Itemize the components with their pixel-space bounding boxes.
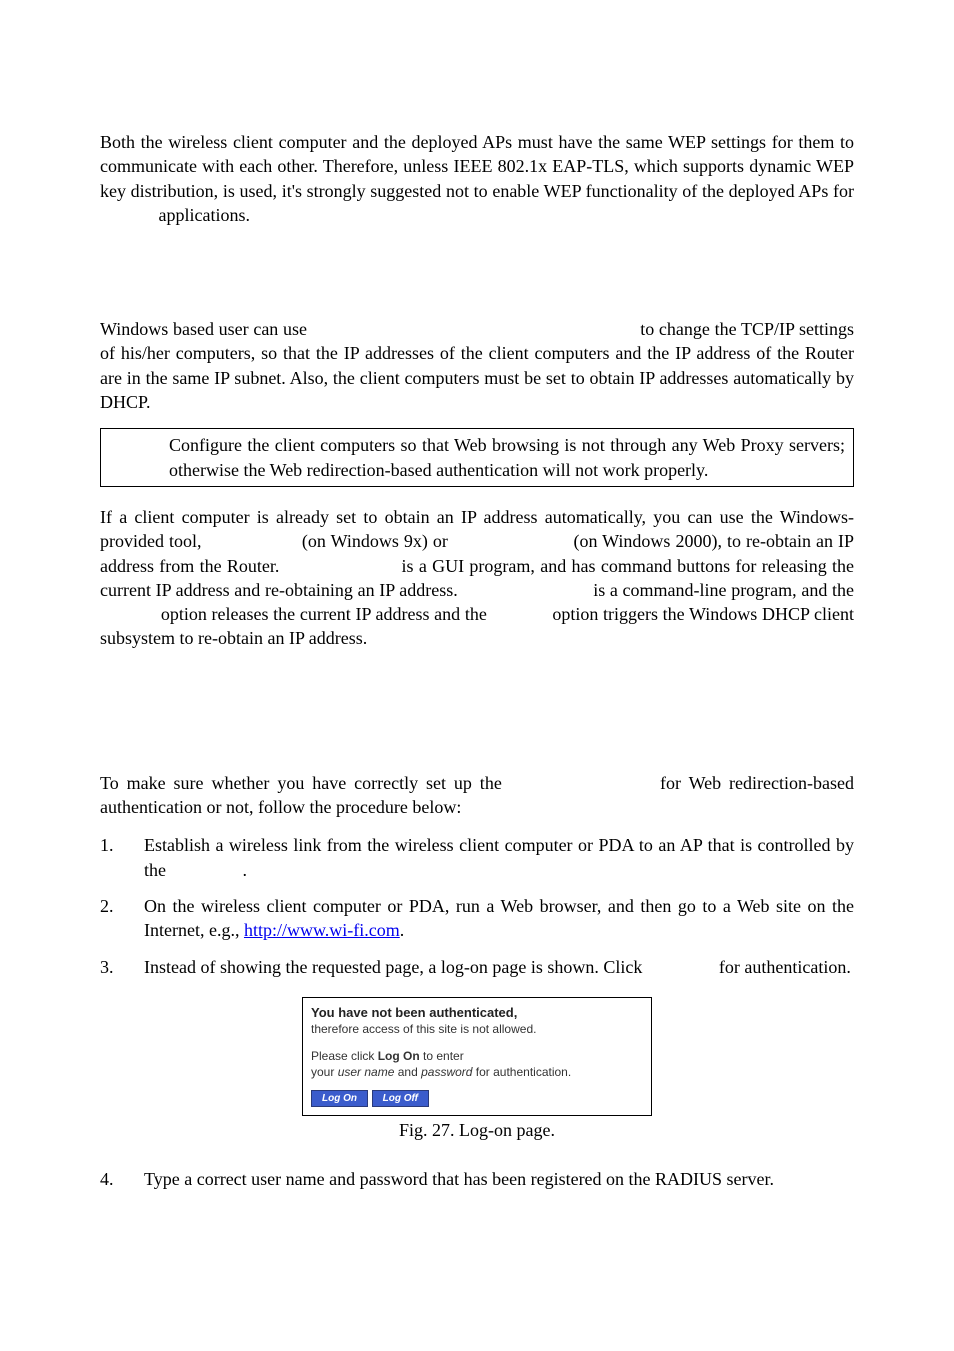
paragraph-dhcp-tools: If a client computer is already set to o… (100, 505, 854, 651)
paragraph-tcpip-settings: Windows based user can use to change the… (100, 317, 854, 414)
list-text: Establish a wireless link from the wirel… (144, 833, 854, 882)
note-label-cell (101, 429, 161, 486)
dialog-text-fragment: your (311, 1065, 338, 1079)
list-item: 2. On the wireless client computer or PD… (100, 894, 854, 943)
list-item: 4. Type a correct user name and password… (100, 1167, 854, 1191)
logon-dialog: You have not been authenticated, therefo… (302, 997, 652, 1117)
paragraph-wep-settings: Both the wireless client computer and th… (100, 130, 854, 227)
list-text: On the wireless client computer or PDA, … (144, 894, 854, 943)
list-number: 4. (100, 1167, 122, 1191)
dialog-text-fragment: to enter (420, 1049, 464, 1063)
ordered-steps-list: 1. Establish a wireless link from the wi… (100, 833, 854, 978)
list-text: Type a correct user name and password th… (144, 1167, 854, 1191)
dialog-text-fragment: Please click (311, 1049, 378, 1063)
dialog-heading: You have not been authenticated, (311, 1004, 643, 1022)
dialog-logon-strong: Log On (378, 1049, 420, 1063)
list-number: 3. (100, 955, 122, 979)
paragraph-verify-intro: To make sure whether you have correctly … (100, 771, 854, 820)
list-text-fragment: . (400, 920, 405, 940)
list-text: Instead of showing the requested page, a… (144, 955, 854, 979)
dialog-subheading: therefore access of this site is not all… (311, 1021, 643, 1037)
dialog-username-em: user name (338, 1065, 395, 1079)
wifi-link[interactable]: http://www.wi-fi.com (244, 920, 400, 940)
list-number: 1. (100, 833, 122, 882)
log-on-button[interactable]: Log On (311, 1090, 368, 1108)
dialog-text-fragment: for authentication. (472, 1065, 571, 1079)
figure-logon: You have not been authenticated, therefo… (100, 997, 854, 1143)
log-off-button[interactable]: Log Off (372, 1090, 429, 1108)
list-item: 1. Establish a wireless link from the wi… (100, 833, 854, 882)
list-number: 2. (100, 894, 122, 943)
note-box: Configure the client computers so that W… (100, 428, 854, 487)
dialog-password-em: password (421, 1065, 472, 1079)
dialog-text-fragment: and (394, 1065, 421, 1079)
note-text: Configure the client computers so that W… (161, 429, 853, 486)
figure-caption: Fig. 27. Log-on page. (100, 1118, 854, 1142)
ordered-steps-list-continued: 4. Type a correct user name and password… (100, 1167, 854, 1191)
dialog-instruction-line: Please click Log On to enter (311, 1048, 643, 1064)
list-item: 3. Instead of showing the requested page… (100, 955, 854, 979)
dialog-buttons: Log On Log Off (311, 1088, 643, 1108)
dialog-instruction-line: your user name and password for authenti… (311, 1064, 643, 1080)
